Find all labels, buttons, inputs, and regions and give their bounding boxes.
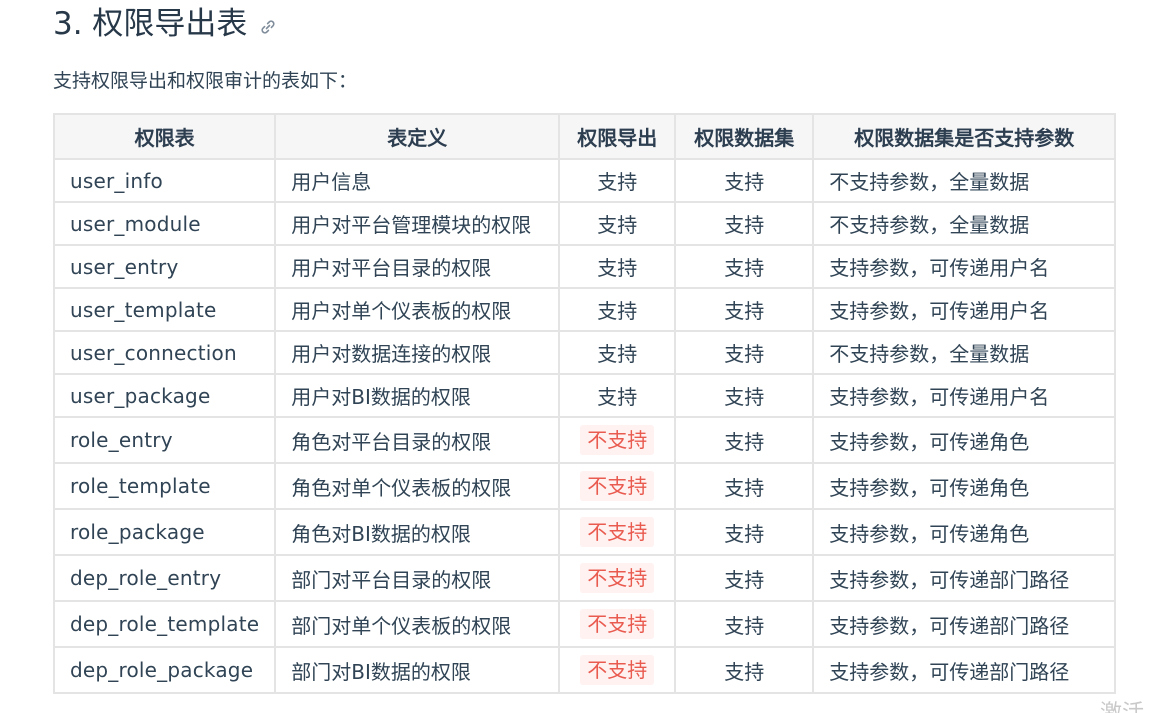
cell-export: 不支持 — [558, 508, 677, 556]
export-unsupported-badge: 不支持 — [580, 655, 655, 685]
cell-params: 支持参数，可传递角色 — [812, 416, 1117, 464]
cell-dataset: 支持 — [674, 646, 815, 694]
section-title: 3. 权限导出表 — [53, 6, 248, 42]
cell-params: 不支持参数，全量数据 — [812, 158, 1117, 203]
intro-text: 支持权限导出和权限审计的表如下： — [53, 70, 358, 92]
cell-dataset: 支持 — [674, 287, 815, 332]
cell-params: 支持参数，可传递用户名 — [812, 373, 1117, 418]
cell-dataset: 支持 — [674, 330, 815, 375]
table-row: role_package 角色对BI数据的权限 不支持 支持 支持参数，可传递角色 — [52, 508, 1117, 556]
table-row: role_entry 角色对平台目录的权限 不支持 支持 支持参数，可传递角色 — [52, 416, 1117, 464]
cell-dataset: 支持 — [674, 201, 815, 246]
activation-watermark: 激活 — [1100, 695, 1144, 713]
header-definition: 表定义 — [274, 113, 561, 160]
export-supported-text: 支持 — [597, 342, 638, 366]
cell-params: 支持参数，可传递用户名 — [812, 287, 1117, 332]
export-unsupported-badge: 不支持 — [580, 471, 655, 501]
cell-definition: 用户对平台管理模块的权限 — [274, 201, 561, 246]
table-header-row: 权限表 表定义 权限导出 权限数据集 权限数据集是否支持参数 — [52, 113, 1117, 160]
cell-table-name: user_package — [52, 373, 277, 418]
cell-export: 支持 — [558, 158, 677, 203]
cell-export: 不支持 — [558, 554, 677, 602]
table-row: user_template 用户对单个仪表板的权限 支持 支持 支持参数，可传递用户名 — [52, 287, 1117, 332]
cell-export: 支持 — [558, 373, 677, 418]
table-row: dep_role_entry 部门对平台目录的权限 不支持 支持 支持参数，可传递部门路… — [52, 554, 1117, 602]
cell-table-name: user_entry — [52, 244, 277, 289]
cell-table-name: user_module — [52, 201, 277, 246]
cell-export: 支持 — [558, 201, 677, 246]
permission-table: 权限表 表定义 权限导出 权限数据集 权限数据集是否支持参数 user_info… — [52, 113, 1117, 694]
cell-export: 不支持 — [558, 462, 677, 510]
cell-params: 支持参数，可传递部门路径 — [812, 646, 1117, 694]
cell-definition: 用户对数据连接的权限 — [274, 330, 561, 375]
cell-export: 支持 — [558, 287, 677, 332]
link-icon[interactable] — [259, 18, 277, 36]
cell-params: 支持参数，可传递角色 — [812, 508, 1117, 556]
export-unsupported-badge: 不支持 — [580, 425, 655, 455]
cell-export: 不支持 — [558, 646, 677, 694]
doc-page: 3. 权限导出表 支持权限导出和权限审计的表如下： 权限表 表定义 权限导出 权… — [0, 0, 1159, 713]
cell-table-name: role_package — [52, 508, 277, 556]
cell-export: 支持 — [558, 330, 677, 375]
cell-table-name: user_info — [52, 158, 277, 203]
export-unsupported-badge: 不支持 — [580, 609, 655, 639]
cell-definition: 用户对平台目录的权限 — [274, 244, 561, 289]
cell-definition: 角色对平台目录的权限 — [274, 416, 561, 464]
table-row: user_module 用户对平台管理模块的权限 支持 支持 不支持参数，全量数据 — [52, 201, 1117, 246]
cell-dataset: 支持 — [674, 416, 815, 464]
export-unsupported-badge: 不支持 — [580, 563, 655, 593]
table-row: dep_role_package 部门对BI数据的权限 不支持 支持 支持参数，可传递部… — [52, 646, 1117, 694]
export-supported-text: 支持 — [597, 256, 638, 280]
cell-table-name: user_template — [52, 287, 277, 332]
cell-dataset: 支持 — [674, 508, 815, 556]
export-supported-text: 支持 — [597, 385, 638, 409]
cell-definition: 角色对单个仪表板的权限 — [274, 462, 561, 510]
cell-dataset: 支持 — [674, 600, 815, 648]
cell-table-name: dep_role_package — [52, 646, 277, 694]
cell-dataset: 支持 — [674, 244, 815, 289]
cell-params: 不支持参数，全量数据 — [812, 330, 1117, 375]
cell-table-name: dep_role_template — [52, 600, 277, 648]
table-row: user_connection 用户对数据连接的权限 支持 支持 不支持参数，全量数据 — [52, 330, 1117, 375]
cell-dataset: 支持 — [674, 373, 815, 418]
cell-export: 不支持 — [558, 416, 677, 464]
cell-params: 支持参数，可传递用户名 — [812, 244, 1117, 289]
header-export: 权限导出 — [558, 113, 677, 160]
table-row: user_entry 用户对平台目录的权限 支持 支持 支持参数，可传递用户名 — [52, 244, 1117, 289]
header-dataset: 权限数据集 — [674, 113, 815, 160]
header-params: 权限数据集是否支持参数 — [812, 113, 1117, 160]
export-supported-text: 支持 — [597, 213, 638, 237]
cell-export: 不支持 — [558, 600, 677, 648]
cell-definition: 用户对单个仪表板的权限 — [274, 287, 561, 332]
table-body: user_info 用户信息 支持 支持 不支持参数，全量数据 user_module 用户… — [52, 158, 1117, 694]
cell-definition: 部门对平台目录的权限 — [274, 554, 561, 602]
cell-table-name: dep_role_entry — [52, 554, 277, 602]
cell-params: 支持参数，可传递部门路径 — [812, 600, 1117, 648]
table-row: dep_role_template 部门对单个仪表板的权限 不支持 支持 支持参数，可传… — [52, 600, 1117, 648]
cell-definition: 部门对BI数据的权限 — [274, 646, 561, 694]
table-row: user_info 用户信息 支持 支持 不支持参数，全量数据 — [52, 158, 1117, 203]
cell-table-name: role_template — [52, 462, 277, 510]
cell-dataset: 支持 — [674, 462, 815, 510]
cell-export: 支持 — [558, 244, 677, 289]
cell-dataset: 支持 — [674, 158, 815, 203]
cell-dataset: 支持 — [674, 554, 815, 602]
export-supported-text: 支持 — [597, 299, 638, 323]
table-row: user_package 用户对BI数据的权限 支持 支持 支持参数，可传递用户名 — [52, 373, 1117, 418]
cell-table-name: user_connection — [52, 330, 277, 375]
cell-params: 支持参数，可传递角色 — [812, 462, 1117, 510]
cell-params: 支持参数，可传递部门路径 — [812, 554, 1117, 602]
export-unsupported-badge: 不支持 — [580, 517, 655, 547]
cell-definition: 用户信息 — [274, 158, 561, 203]
section-heading: 3. 权限导出表 — [53, 2, 277, 46]
cell-table-name: role_entry — [52, 416, 277, 464]
header-table-name: 权限表 — [52, 113, 277, 160]
cell-definition: 用户对BI数据的权限 — [274, 373, 561, 418]
cell-definition: 部门对单个仪表板的权限 — [274, 600, 561, 648]
export-supported-text: 支持 — [597, 170, 638, 194]
table-row: role_template 角色对单个仪表板的权限 不支持 支持 支持参数，可传递角色 — [52, 462, 1117, 510]
cell-definition: 角色对BI数据的权限 — [274, 508, 561, 556]
cell-params: 不支持参数，全量数据 — [812, 201, 1117, 246]
